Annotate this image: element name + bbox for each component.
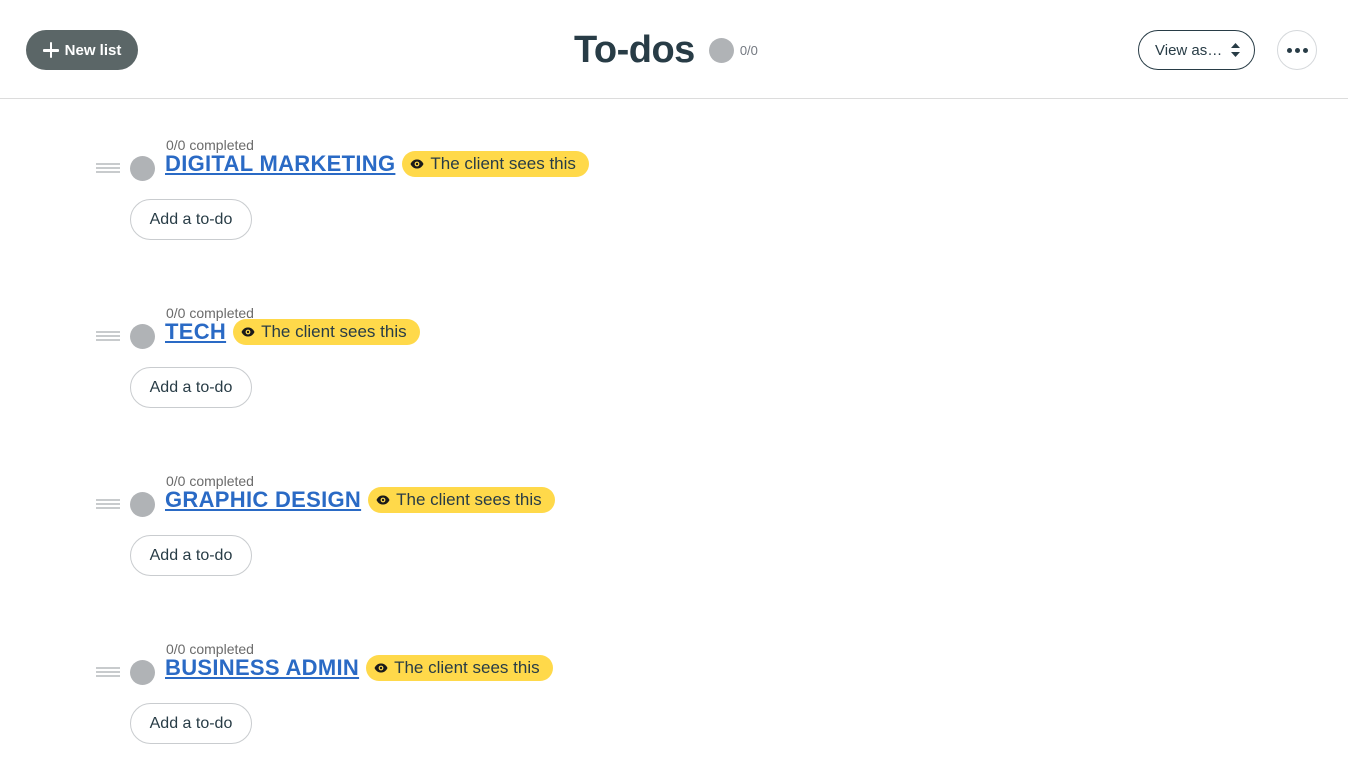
drag-handle-icon[interactable] — [96, 163, 120, 173]
more-options-button[interactable] — [1277, 30, 1317, 70]
todo-list: 0/0 completed DIGITAL MARKETING The clie… — [96, 137, 796, 257]
add-todo-button[interactable]: Add a to-do — [130, 535, 252, 576]
client-visibility-badge: The client sees this — [366, 655, 553, 681]
add-todo-button[interactable]: Add a to-do — [130, 703, 252, 744]
ellipsis-icon — [1286, 47, 1292, 53]
view-as-label: View as… — [1155, 41, 1223, 59]
drag-handle-icon[interactable] — [96, 667, 120, 677]
list-title-link[interactable]: DIGITAL MARKETING — [165, 151, 395, 177]
list-progress-dot — [130, 156, 155, 181]
add-todo-button[interactable]: Add a to-do — [130, 367, 252, 408]
list-progress-dot — [130, 324, 155, 349]
list-title-link[interactable]: BUSINESS ADMIN — [165, 655, 359, 681]
overall-progress-count: 0/0 — [739, 42, 758, 58]
list-title-link[interactable]: TECH — [165, 319, 226, 345]
todo-list: 0/0 completed TECH The client sees this … — [96, 305, 796, 425]
drag-handle-icon[interactable] — [96, 331, 120, 341]
new-list-label: New list — [64, 41, 122, 59]
client-visibility-badge: The client sees this — [368, 487, 555, 513]
title-area: To-dos 0/0 — [574, 26, 758, 74]
eye-icon — [376, 495, 390, 505]
todo-list: 0/0 completed GRAPHIC DESIGN The client … — [96, 473, 796, 593]
drag-handle-icon[interactable] — [96, 499, 120, 509]
list-title-row: BUSINESS ADMIN The client sees this — [165, 655, 553, 681]
eye-icon — [410, 159, 424, 169]
eye-icon — [241, 327, 255, 337]
list-title-row: GRAPHIC DESIGN The client sees this — [165, 487, 555, 513]
eye-icon — [374, 663, 388, 673]
list-title-row: TECH The client sees this — [165, 319, 420, 345]
client-visibility-badge: The client sees this — [233, 319, 420, 345]
client-visibility-label: The client sees this — [261, 322, 407, 341]
client-visibility-badge: The client sees this — [402, 151, 589, 177]
client-visibility-label: The client sees this — [430, 154, 576, 173]
view-as-select[interactable]: View as… — [1138, 30, 1255, 70]
client-visibility-label: The client sees this — [394, 658, 540, 677]
list-progress-dot — [130, 492, 155, 517]
page-header: New list To-dos 0/0 View as… — [0, 0, 1348, 99]
list-progress-dot — [130, 660, 155, 685]
list-title-link[interactable]: GRAPHIC DESIGN — [165, 487, 361, 513]
new-list-button[interactable]: New list — [26, 30, 138, 70]
sort-arrows-icon — [1231, 43, 1240, 57]
plus-icon — [42, 42, 59, 58]
todo-list: 0/0 completed BUSINESS ADMIN The client … — [96, 641, 796, 761]
progress-dot-icon — [708, 37, 734, 63]
add-todo-button[interactable]: Add a to-do — [130, 199, 252, 240]
list-title-row: DIGITAL MARKETING The client sees this — [165, 151, 589, 177]
client-visibility-label: The client sees this — [396, 490, 542, 509]
page-title: To-dos — [574, 28, 695, 71]
overall-progress: 0/0 — [708, 37, 758, 63]
